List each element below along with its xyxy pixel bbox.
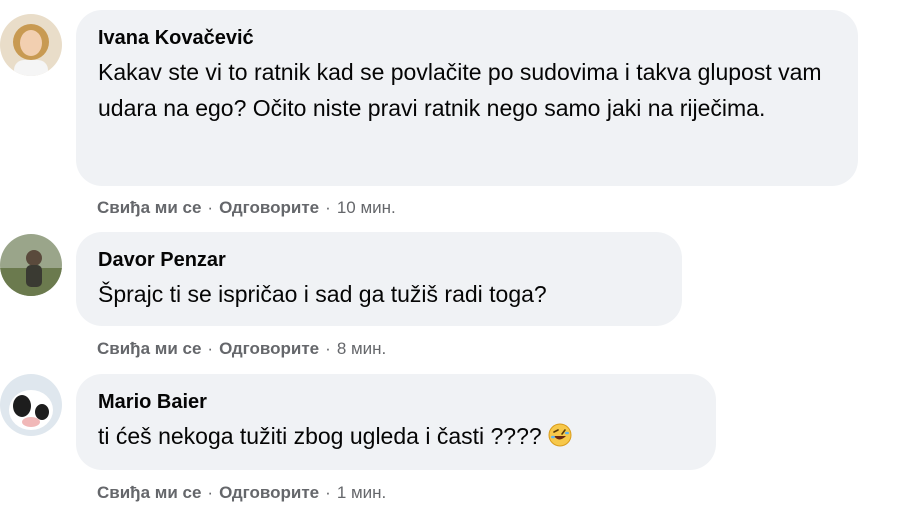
comment-text: Kakav ste vi to ratnik kad se povlačite …: [98, 59, 822, 121]
comment-text-content: ti ćeš nekoga tužiti zbog ugleda i časti…: [98, 423, 542, 449]
comment-author[interactable]: Mario Baier: [98, 390, 694, 414]
separator: ·: [207, 339, 214, 358]
comment-bubble: Ivana Kovačević Kakav ste vi to ratnik k…: [76, 10, 858, 186]
comment-timestamp[interactable]: 1 мин.: [337, 483, 386, 502]
separator: ·: [325, 198, 331, 217]
comment-actions: Свиђа ми се · Одговорите · 8 мин.: [97, 338, 386, 360]
reply-button[interactable]: Одговорите: [219, 198, 319, 217]
avatar[interactable]: [0, 234, 62, 296]
comment-actions: Свиђа ми се · Одговорите · 1 мин.: [97, 482, 386, 504]
avatar[interactable]: [0, 14, 62, 76]
comment-timestamp[interactable]: 10 мин.: [337, 198, 396, 217]
comment-author[interactable]: Ivana Kovačević: [98, 26, 836, 50]
comment-text: Šprajc ti se ispričao i sad ga tužiš rad…: [98, 281, 547, 307]
separator: ·: [207, 483, 214, 502]
separator: ·: [325, 339, 331, 358]
reply-button[interactable]: Одговорите: [219, 483, 319, 502]
comment-author[interactable]: Davor Penzar: [98, 248, 660, 272]
comment-actions: Свиђа ми се · Одговорите · 10 мин.: [97, 197, 396, 219]
like-button[interactable]: Свиђа ми се: [97, 339, 201, 358]
like-button[interactable]: Свиђа ми се: [97, 198, 201, 217]
comment-bubble: Davor Penzar Šprajc ti se ispričao i sad…: [76, 232, 682, 326]
comment-text: ti ćeš nekoga tužiti zbog ugleda i časti…: [98, 418, 694, 457]
comment-timestamp[interactable]: 8 мин.: [337, 339, 386, 358]
reply-button[interactable]: Одговорите: [219, 339, 319, 358]
separator: ·: [325, 483, 331, 502]
rolling-on-the-floor-laughing-emoji-icon: [548, 421, 572, 457]
avatar[interactable]: [0, 374, 62, 436]
separator: ·: [207, 198, 214, 217]
comment-bubble: Mario Baier ti ćeš nekoga tužiti zbog ug…: [76, 374, 716, 470]
comment-thread: Ivana Kovačević Kakav ste vi to ratnik k…: [0, 0, 906, 513]
like-button[interactable]: Свиђа ми се: [97, 483, 201, 502]
